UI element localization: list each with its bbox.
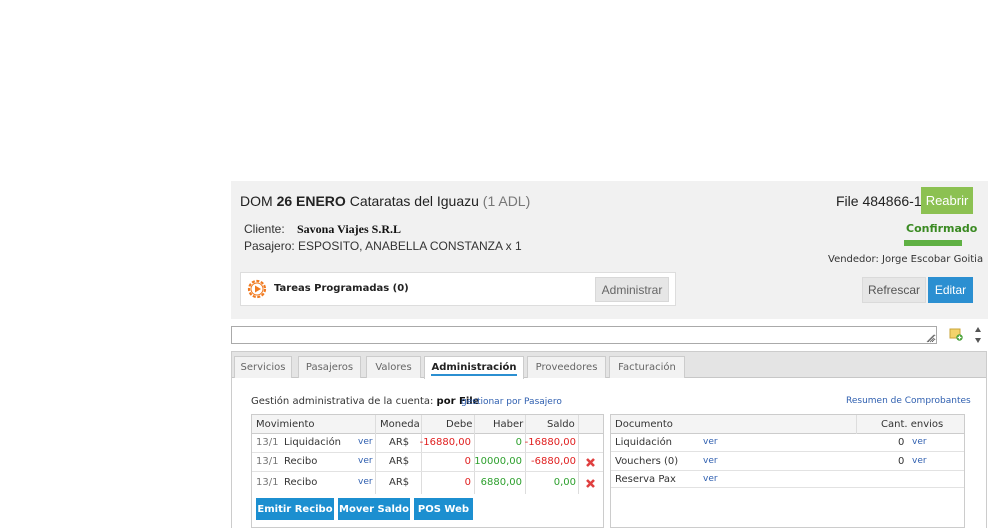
- row-moneda: AR$: [389, 437, 410, 448]
- administrar-button[interactable]: Administrar: [595, 277, 669, 302]
- row-separator: [611, 451, 964, 452]
- row-haber: 10000,00: [474, 456, 522, 467]
- row-saldo: -6880,00: [531, 456, 576, 467]
- column-divider: [578, 415, 579, 494]
- ver-link[interactable]: ver: [358, 477, 373, 487]
- pos-web-button[interactable]: POS Web: [414, 498, 473, 520]
- row-saldo: 0,00: [553, 477, 576, 488]
- header-saldo: Saldo: [547, 419, 575, 430]
- header-moneda: Moneda: [380, 419, 420, 430]
- row-moneda: AR$: [389, 456, 410, 467]
- row-date: 13/1: [256, 456, 279, 467]
- resumen-comprobantes-link[interactable]: Resumen de Comprobantes: [846, 396, 971, 406]
- column-divider: [525, 415, 526, 494]
- tab-servicios[interactable]: Servicios: [234, 356, 292, 378]
- ver-link[interactable]: ver: [912, 456, 927, 466]
- tab-pasajeros[interactable]: Pasajeros: [298, 356, 361, 378]
- row-tipo: Liquidación: [284, 437, 342, 448]
- header-documento: Documento: [615, 419, 673, 430]
- row-haber: 6880,00: [480, 477, 522, 488]
- tareas-label: Tareas Programadas (0): [274, 283, 409, 294]
- tab-valores[interactable]: Valores: [366, 356, 421, 378]
- delete-x-icon[interactable]: [585, 457, 596, 468]
- resize-icon[interactable]: [926, 334, 935, 343]
- header-cant-envios: Cant. envios: [881, 419, 944, 430]
- status-label: Confirmado: [906, 222, 978, 235]
- delete-x-icon[interactable]: [585, 478, 596, 489]
- row-tipo: Recibo: [284, 477, 318, 488]
- gestion-label: Gestión administrativa de la cuenta:: [251, 396, 434, 407]
- doc-name: Liquidación: [615, 437, 673, 448]
- doc-name: Reserva Pax: [615, 474, 676, 485]
- title-prefix: DOM: [240, 193, 273, 209]
- tab-facturacion[interactable]: Facturación: [609, 356, 685, 378]
- header-movimiento: Movimiento: [256, 419, 315, 430]
- ver-link[interactable]: ver: [358, 437, 373, 447]
- comment-input[interactable]: [231, 326, 937, 344]
- header-haber: Haber: [493, 419, 524, 430]
- doc-name: Vouchers (0): [615, 456, 679, 467]
- pasajero-line: Pasajero: ESPOSITO, ANABELLA CONSTANZA x…: [244, 239, 522, 253]
- row-date: 13/1: [256, 477, 279, 488]
- title-destination: Cataratas del Iguazu: [349, 193, 479, 209]
- gestionar-por-pasajero-link[interactable]: gestionar por Pasajero: [461, 397, 562, 407]
- ver-link[interactable]: ver: [703, 437, 718, 447]
- column-divider: [474, 415, 475, 494]
- file-title: DOM 26 ENERO Cataratas del Iguazu (1 ADL…: [240, 193, 530, 209]
- column-divider: [375, 415, 376, 494]
- doc-cant: 0: [898, 437, 905, 448]
- row-debe: -16880,00: [419, 437, 471, 448]
- cliente-value: Savona Viajes S.R.L: [297, 222, 402, 236]
- row-separator: [252, 452, 603, 453]
- row-separator: [252, 471, 603, 472]
- row-debe: 0: [464, 477, 471, 488]
- column-divider: [856, 415, 857, 434]
- cliente-label: Cliente:: [244, 222, 285, 236]
- vendedor-label: Vendedor: Jorge Escobar Goitia: [828, 254, 984, 265]
- row-moneda: AR$: [389, 477, 410, 488]
- tab-administracion-label: Administración: [431, 362, 517, 376]
- note-add-icon[interactable]: [949, 327, 963, 341]
- ver-link[interactable]: ver: [703, 474, 718, 484]
- row-haber: 0: [515, 437, 522, 448]
- title-pax: (1 ADL): [482, 193, 531, 209]
- gestion-text: Gestión administrativa de la cuenta: por…: [251, 396, 479, 407]
- row-separator: [611, 487, 964, 488]
- up-down-icon[interactable]: [973, 325, 983, 345]
- gear-play-icon: [247, 279, 267, 299]
- row-saldo: -16880,00: [524, 437, 576, 448]
- row-separator: [611, 470, 964, 471]
- row-debe: 0: [464, 456, 471, 467]
- header-debe: Debe: [446, 419, 473, 430]
- status-bar: [904, 240, 962, 246]
- mover-saldo-button[interactable]: Mover Saldo: [338, 498, 410, 520]
- emitir-recibo-button[interactable]: Emitir Recibo: [256, 498, 334, 520]
- doc-cant: 0: [898, 456, 905, 467]
- ver-link[interactable]: ver: [912, 437, 927, 447]
- file-number: File 484866-1: [836, 193, 922, 209]
- reabrir-button[interactable]: Reabrir: [921, 187, 973, 214]
- refrescar-button[interactable]: Refrescar: [862, 277, 926, 303]
- title-date: 26 ENERO: [276, 193, 346, 209]
- ver-link[interactable]: ver: [703, 456, 718, 466]
- row-tipo: Recibo: [284, 456, 318, 467]
- ver-link[interactable]: ver: [358, 456, 373, 466]
- tab-administracion[interactable]: Administración: [424, 356, 524, 379]
- row-date: 13/1: [256, 437, 279, 448]
- column-divider: [421, 415, 422, 494]
- tab-proveedores[interactable]: Proveedores: [527, 356, 606, 378]
- editar-button[interactable]: Editar: [928, 277, 973, 303]
